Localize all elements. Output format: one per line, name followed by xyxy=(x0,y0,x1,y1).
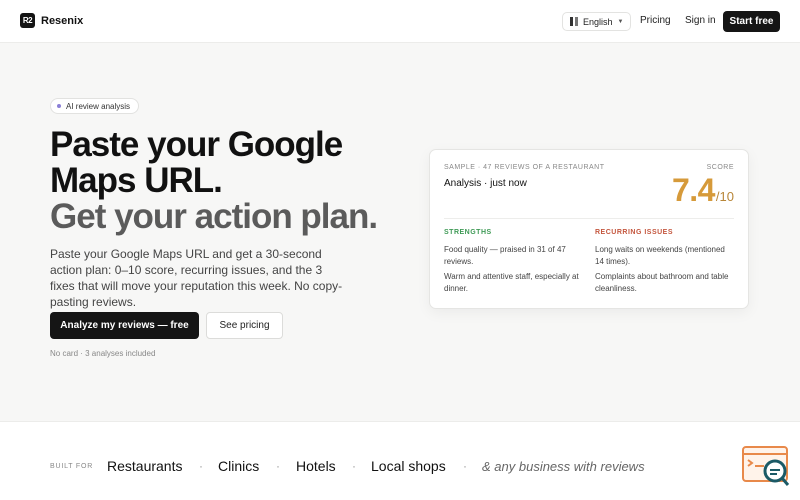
built-for-label: BUILT FOR xyxy=(50,463,94,470)
issue-item: Long waits on weekends (mentioned 14 tim… xyxy=(595,245,725,266)
pill-label: AI review analysis xyxy=(66,101,131,111)
issues-heading: RECURRING ISSUES xyxy=(595,229,674,236)
brand-name: Resenix xyxy=(41,14,84,27)
language-icon xyxy=(570,17,578,26)
hero-subtext: Paste your Google Maps URL and get a 30-… xyxy=(50,247,343,309)
separator-dot: · xyxy=(352,459,356,473)
headline-line-2: Maps URL. xyxy=(50,161,223,200)
see-pricing-button[interactable]: See pricing xyxy=(206,312,283,339)
feature-pill: AI review analysis xyxy=(50,98,140,114)
industry-clinics: Clinics xyxy=(218,458,260,474)
start-free-button[interactable]: Start free xyxy=(723,11,780,32)
card-divider xyxy=(444,218,734,219)
sample-analysis-card: SAMPLE · 47 REVIEWS OF A RESTAURANT Anal… xyxy=(429,149,749,309)
strength-item: Warm and attentive staff, especially at … xyxy=(444,272,579,293)
any-business-text: & any business with reviews xyxy=(482,459,645,474)
chat-search-icon xyxy=(742,446,790,486)
industry-hotels: Hotels xyxy=(296,458,336,474)
headline-line-3: Get your action plan. xyxy=(50,197,378,236)
industry-restaurants: Restaurants xyxy=(107,458,183,474)
separator-dot: · xyxy=(276,459,280,473)
site-header: R2 Resenix English ▼ Pricing Sign in Sta… xyxy=(0,0,800,43)
language-label: English xyxy=(583,16,613,27)
headline-line-1: Paste your Google xyxy=(50,125,343,164)
issue-item: Complaints about bathroom and table clea… xyxy=(595,272,729,293)
card-kicker: SAMPLE · 47 REVIEWS OF A RESTAURANT xyxy=(444,164,605,171)
logo-mark: R2 xyxy=(20,13,35,28)
fine-print: No card · 3 analyses included xyxy=(50,349,156,358)
pill-dot-icon xyxy=(57,104,61,108)
strengths-heading: STRENGTHS xyxy=(444,229,492,236)
strength-item: Food quality — praised in 31 of 47 revie… xyxy=(444,245,566,266)
separator-dot: · xyxy=(199,459,203,473)
card-title: Analysis · just now xyxy=(444,178,527,189)
score-display: 7.4 /10 xyxy=(672,172,734,209)
analyze-reviews-button[interactable]: Analyze my reviews — free xyxy=(50,312,199,339)
nav-pricing-link[interactable]: Pricing xyxy=(640,15,671,26)
separator-dot: · xyxy=(463,459,467,473)
hero-headline: Paste your Google Maps URL. Get your act… xyxy=(50,125,378,236)
score-max: /10 xyxy=(715,189,734,204)
industry-local-shops: Local shops xyxy=(371,458,446,474)
chevron-down-icon: ▼ xyxy=(617,18,624,25)
chat-search-widget[interactable] xyxy=(742,446,790,488)
score-label: SCORE xyxy=(706,164,734,171)
logo[interactable]: R2 Resenix xyxy=(20,13,83,28)
nav-signin-link[interactable]: Sign in xyxy=(685,15,716,26)
score-value: 7.4 xyxy=(671,172,715,208)
language-selector[interactable]: English ▼ xyxy=(562,12,632,31)
